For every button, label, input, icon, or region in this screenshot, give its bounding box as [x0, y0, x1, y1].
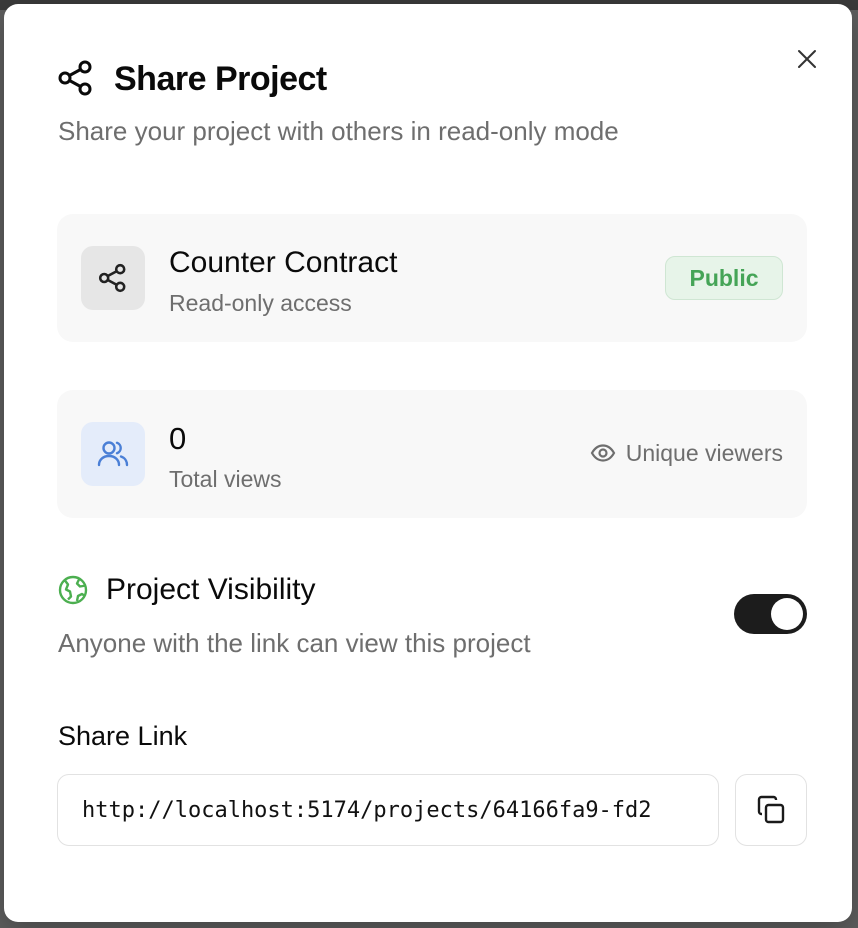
project-name: Counter Contract [169, 246, 398, 279]
toggle-knob [771, 598, 803, 630]
close-icon [798, 50, 816, 68]
views-card: 0 Total views Unique viewers [57, 390, 807, 518]
project-card: Counter Contract Read-only access Public [57, 214, 807, 342]
unique-viewers: Unique viewers [590, 438, 783, 468]
dialog-title: Share Project [114, 60, 327, 98]
visibility-toggle[interactable] [734, 594, 807, 634]
share-project-dialog: Share Project Share your project with ot… [4, 4, 852, 922]
status-badge: Public [665, 256, 783, 300]
copy-link-button[interactable] [735, 774, 807, 846]
unique-viewers-label: Unique viewers [625, 440, 783, 466]
globe-icon [58, 575, 88, 605]
total-views-count: 0 [169, 421, 187, 456]
views-tile [81, 422, 145, 486]
users-icon [97, 441, 129, 467]
share-icon [58, 60, 92, 96]
share-link-label: Share Link [58, 721, 188, 751]
copy-icon [757, 795, 785, 824]
share-icon [98, 263, 126, 293]
eye-icon [590, 444, 616, 462]
project-access: Read-only access [169, 290, 352, 316]
project-tile [81, 246, 145, 310]
visibility-description: Anyone with the link can view this proje… [58, 628, 531, 658]
visibility-title: Project Visibility [106, 573, 316, 606]
dialog-subtitle: Share your project with others in read-o… [58, 116, 619, 146]
total-views-label: Total views [169, 466, 282, 492]
close-button[interactable] [790, 42, 824, 76]
share-link-input[interactable] [57, 774, 719, 846]
